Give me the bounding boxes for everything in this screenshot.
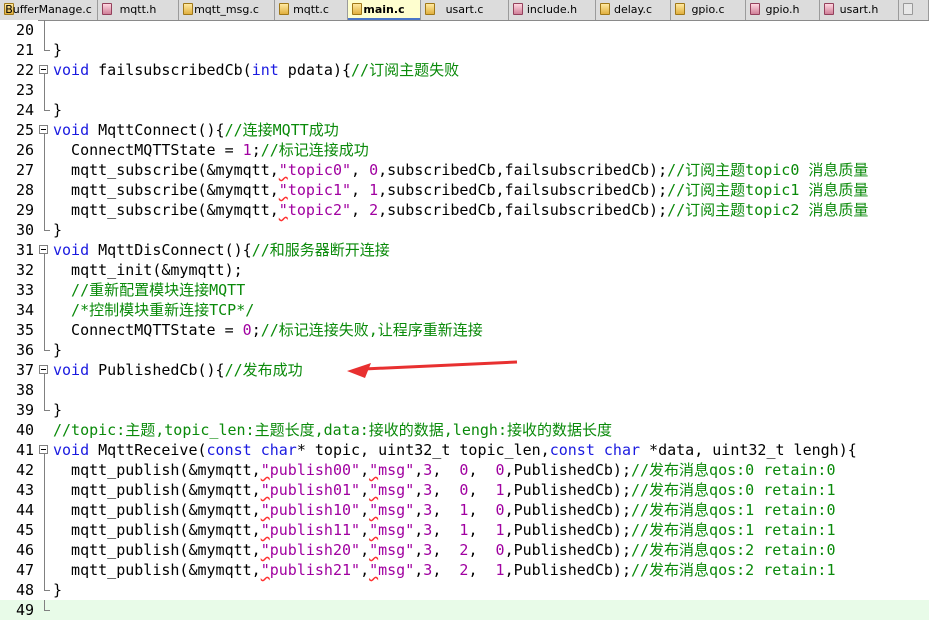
annotation-arrow-icon xyxy=(347,360,518,378)
annotation-arrow-shaft xyxy=(363,360,518,371)
annotation-arrow-head xyxy=(347,363,371,378)
